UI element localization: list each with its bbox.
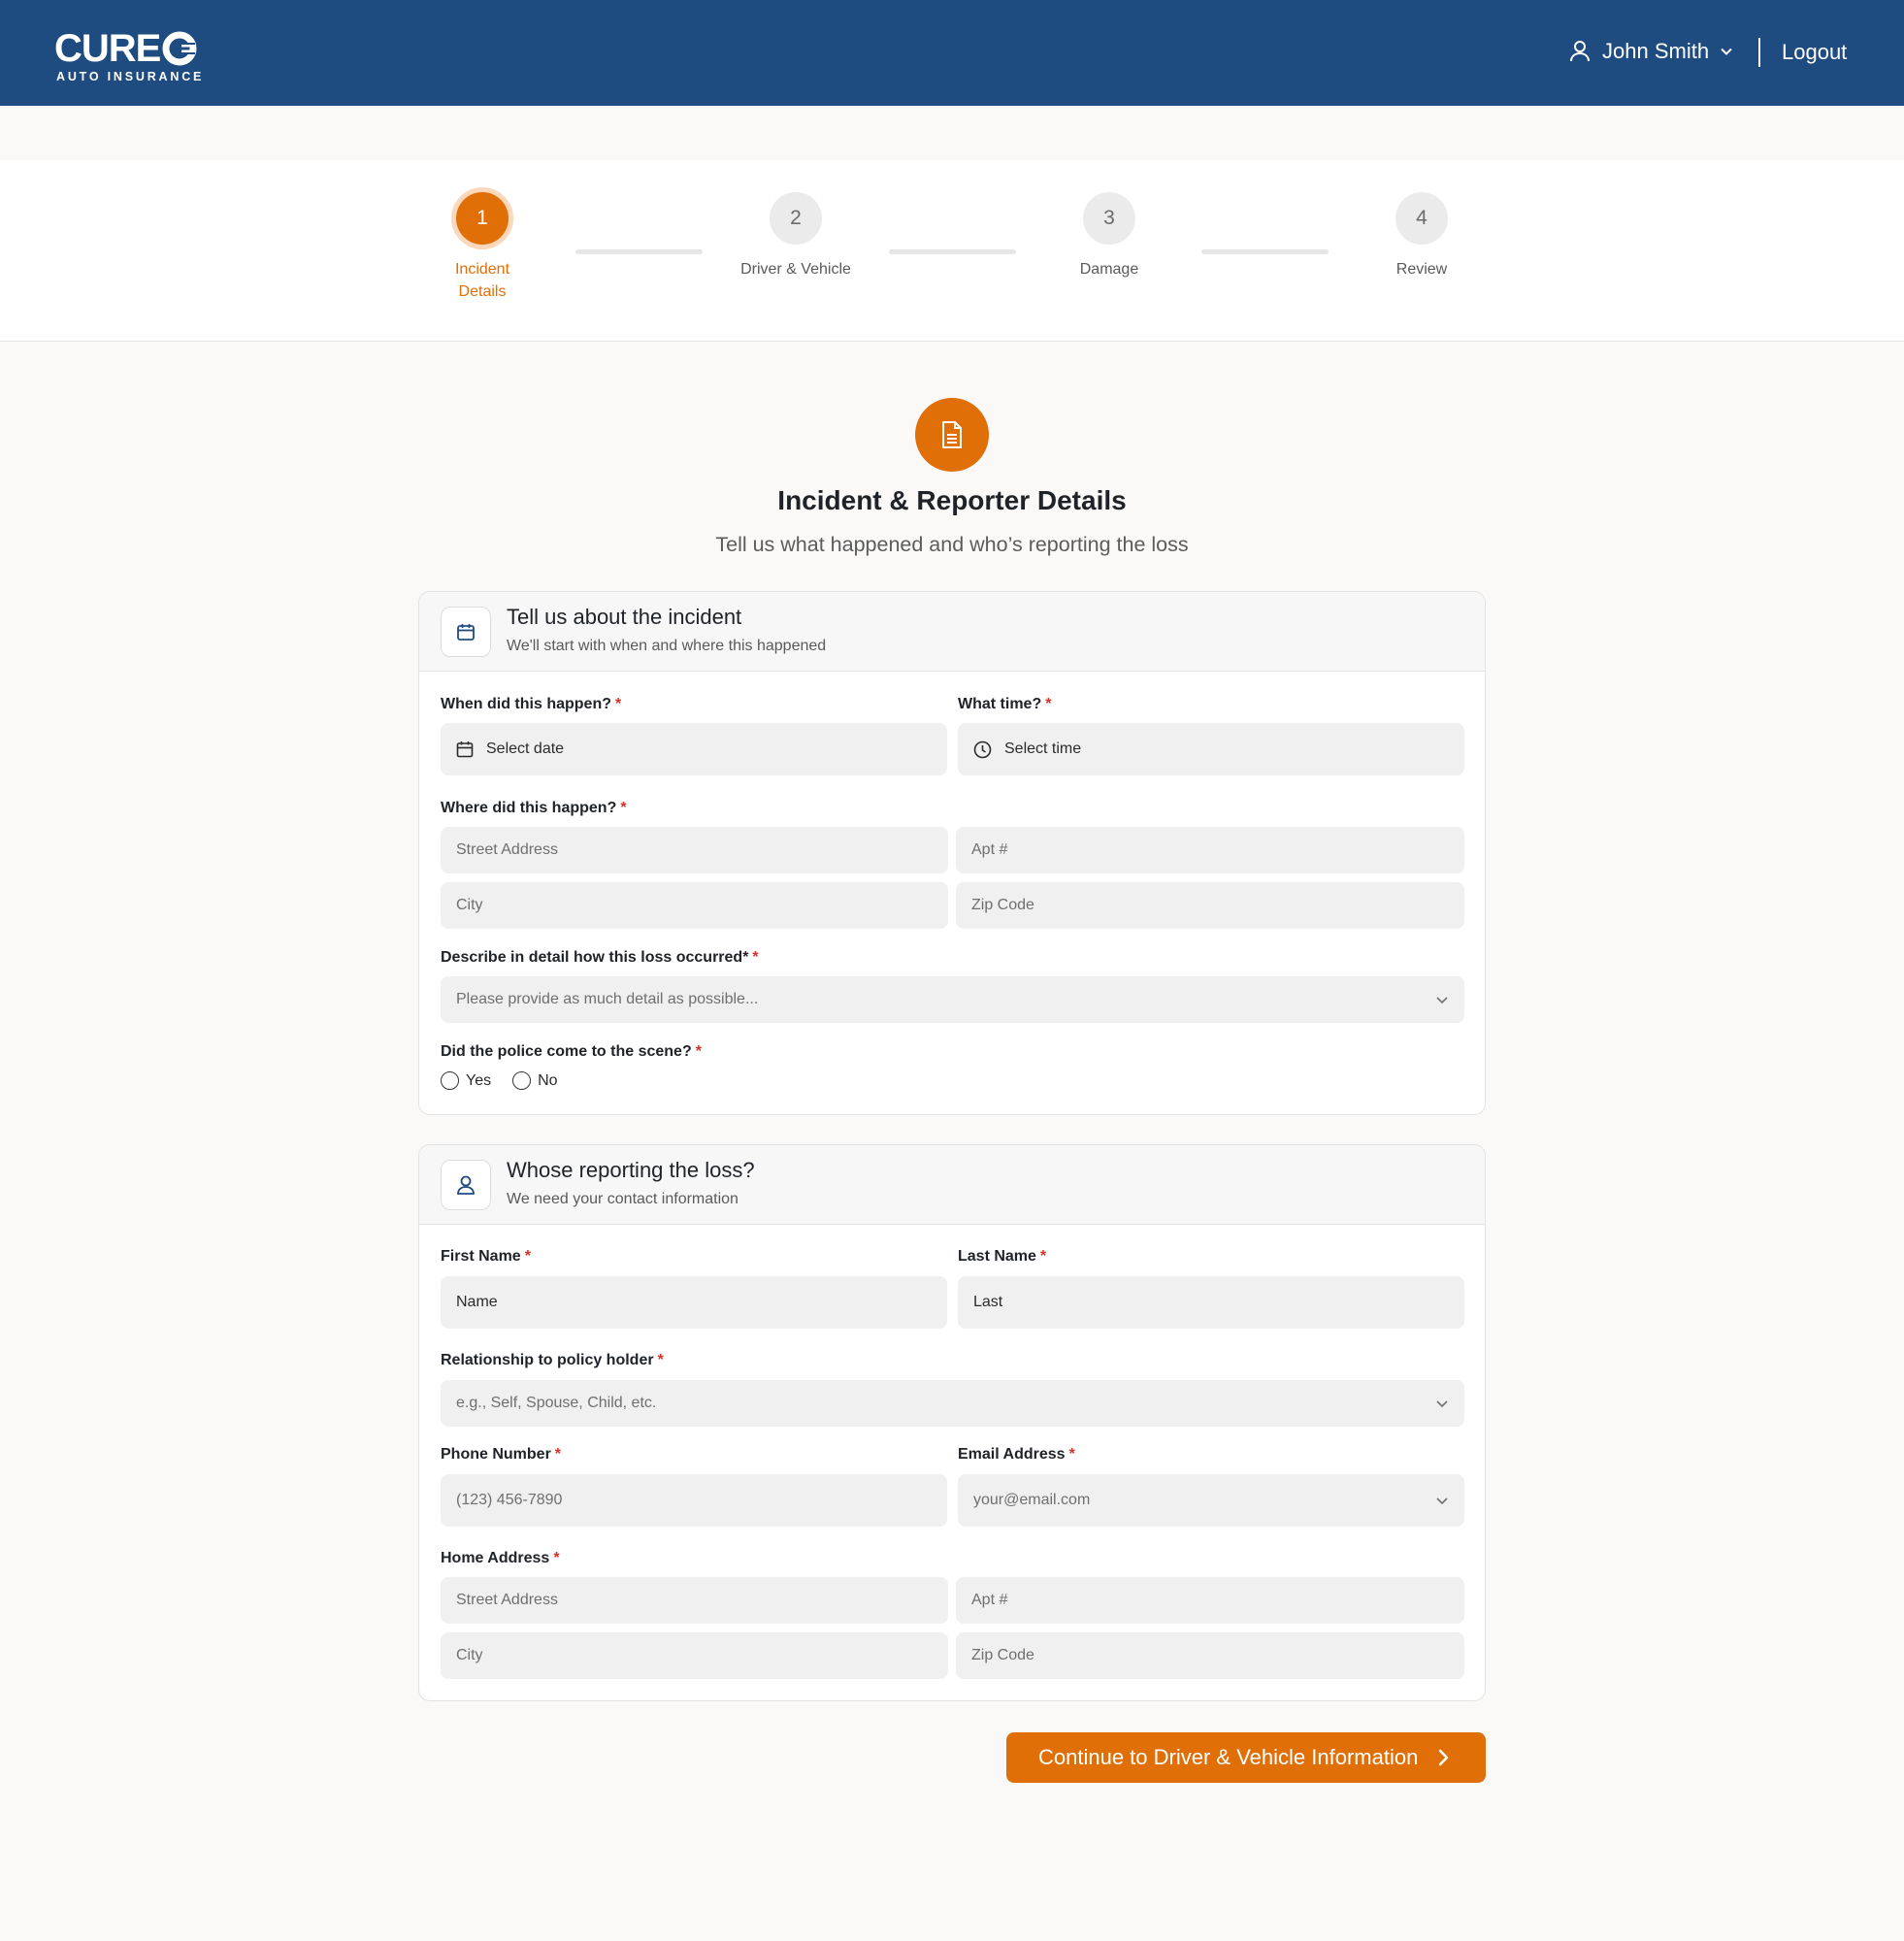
brand-tagline: AUTO INSURANCE [56,70,205,83]
logout-link[interactable]: Logout [1782,38,1847,67]
relationship-label: Relationship to policy holder * [441,1352,664,1368]
user-menu[interactable]: John Smith [1569,37,1734,66]
phone-input[interactable]: (123) 456-7890 [441,1474,947,1527]
step-number: 1 [456,192,509,245]
step-connector [1201,249,1329,254]
home-street-input[interactable]: Street Address [441,1577,948,1624]
step-number: 4 [1395,192,1448,245]
chevron-down-icon [1435,1397,1449,1410]
radio-label: Yes [466,1071,492,1089]
incident-city-input[interactable]: City [441,882,948,929]
incident-card: Tell us about the incident We'll start w… [418,591,1486,1115]
placeholder: e.g., Self, Spouse, Child, etc. [456,1395,657,1411]
progress-stepper: 1 Incident Details 2 Driver & Vehicle 3 D… [0,160,1904,342]
last-name-input[interactable]: Last [958,1276,1464,1329]
step-incident-details[interactable]: 1 Incident Details [385,192,579,303]
incident-zip-input[interactable]: Zip Code [956,882,1464,929]
incident-apt-input[interactable]: Apt # [956,827,1464,873]
relationship-select[interactable]: e.g., Self, Spouse, Child, etc. [441,1380,1464,1427]
placeholder: (123) 456-7890 [456,1492,563,1508]
top-navigation-bar: CURE AUTO INSURANCE John Smith Logout [0,0,1904,106]
step-number: 2 [770,192,822,245]
user-icon [441,1160,491,1210]
placeholder: City [456,1647,483,1663]
brand-mark-icon [162,31,197,66]
step-connector [575,249,703,254]
document-icon [915,398,989,472]
chevron-down-icon [1721,48,1732,55]
time-label: What time? * [958,696,1052,712]
describe-label: Describe in detail how this loss occurre… [441,949,759,966]
first-name-label: First Name * [441,1248,531,1265]
user-name: John Smith [1602,39,1710,63]
email-input[interactable]: your@email.com [958,1474,1464,1527]
placeholder: Apt # [971,1592,1008,1608]
continue-label: Continue to Driver & Vehicle Information [1038,1745,1419,1769]
police-yes-radio[interactable]: Yes [441,1071,491,1090]
placeholder: Apt # [971,841,1008,858]
header-divider [1758,38,1760,67]
date-picker[interactable]: Select date [441,723,947,775]
brand-logo[interactable]: CURE AUTO INSURANCE [54,29,204,83]
calendar-icon [441,607,491,657]
time-placeholder: Select time [1004,740,1082,757]
home-address-label: Home Address * [441,1550,560,1566]
home-zip-input[interactable]: Zip Code [956,1632,1464,1679]
step-damage[interactable]: 3 Damage [1012,192,1206,280]
placeholder: Zip Code [971,1647,1034,1663]
placeholder: Please provide as much detail as possibl… [456,991,759,1007]
step-number: 3 [1083,192,1135,245]
where-label: Where did this happen? * [441,800,627,816]
incident-street-input[interactable]: Street Address [441,827,948,873]
reporter-card: Whose reporting the loss? We need your c… [418,1144,1486,1701]
card-title: Tell us about the incident [507,605,742,629]
step-review[interactable]: 4 Review [1325,192,1519,280]
loss-description-select[interactable]: Please provide as much detail as possibl… [441,976,1464,1023]
time-picker[interactable]: Select time [958,723,1464,775]
chevron-down-icon [1435,993,1449,1006]
radio-circle [512,1071,532,1090]
placeholder: City [456,897,483,913]
clock-icon [973,740,992,759]
first-name-input[interactable]: Name [441,1276,947,1329]
card-header: Tell us about the incident We'll start w… [419,592,1485,672]
phone-label: Phone Number * [441,1446,562,1463]
radio-circle [441,1071,459,1090]
step-driver-vehicle[interactable]: 2 Driver & Vehicle [699,192,893,280]
step-label: Damage [1079,261,1139,278]
placeholder: Zip Code [971,897,1034,913]
user-icon [1570,41,1590,62]
police-no-radio[interactable]: No [512,1071,558,1090]
field-value: Last [973,1294,1003,1310]
home-city-input[interactable]: City [441,1632,948,1679]
placeholder: your@email.com [973,1492,1091,1508]
email-label: Email Address * [958,1446,1075,1463]
card-header: Whose reporting the loss? We need your c… [419,1145,1485,1225]
chevron-right-icon [1433,1746,1455,1769]
continue-button[interactable]: Continue to Driver & Vehicle Information [1006,1732,1486,1783]
placeholder: Street Address [456,841,558,858]
card-subtitle: We need your contact information [507,1191,739,1207]
step-label: Incident Details [454,261,510,300]
brand-name: CURE [54,27,161,70]
radio-label: No [538,1071,558,1089]
calendar-icon [456,740,474,758]
when-label: When did this happen? * [441,696,622,712]
card-subtitle: We'll start with when and where this hap… [507,638,827,654]
chevron-down-icon [1435,1494,1449,1507]
field-value: Name [456,1294,498,1310]
home-apt-input[interactable]: Apt # [956,1577,1464,1624]
page-subtitle: Tell us what happened and who’s reportin… [715,533,1189,556]
police-radio-group: Yes No [441,1071,579,1090]
last-name-label: Last Name * [958,1248,1047,1265]
page-title: Incident & Reporter Details [777,485,1127,515]
step-label: Driver & Vehicle [740,261,851,278]
placeholder: Street Address [456,1592,558,1608]
date-placeholder: Select date [486,740,565,757]
step-connector [889,249,1016,254]
card-title: Whose reporting the loss? [507,1158,755,1182]
step-label: Review [1395,261,1448,278]
police-label: Did the police come to the scene? * [441,1043,702,1060]
